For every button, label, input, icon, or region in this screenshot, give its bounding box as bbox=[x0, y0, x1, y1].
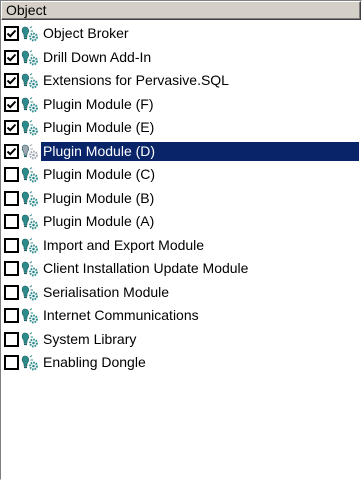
list-item[interactable]: Plugin Module (A) bbox=[1, 210, 361, 234]
list-item[interactable]: Serialisation Module bbox=[1, 281, 361, 305]
list-item[interactable]: System Library bbox=[1, 328, 361, 352]
list-item[interactable]: Object Broker bbox=[1, 22, 361, 46]
item-label: Plugin Module (A) bbox=[43, 213, 155, 229]
item-label: System Library bbox=[43, 330, 137, 347]
checkmark-icon bbox=[6, 29, 17, 38]
item-checkbox[interactable] bbox=[4, 284, 19, 300]
item-label: Enabling Dongle bbox=[43, 354, 146, 370]
list-item[interactable]: Drill Down Add-In bbox=[1, 46, 361, 70]
bulb-gear-icon bbox=[21, 96, 39, 114]
checkmark-icon bbox=[6, 123, 17, 132]
list-item[interactable]: Plugin Module (F) bbox=[1, 93, 361, 117]
list-item[interactable]: Plugin Module (E) bbox=[1, 116, 361, 140]
bulb-gear-icon bbox=[21, 213, 39, 231]
bulb-gear-icon bbox=[21, 190, 39, 208]
column-header-object[interactable]: Object bbox=[1, 1, 361, 20]
item-label: Plugin Module (B) bbox=[43, 189, 155, 206]
item-label: Client Installation Update Module bbox=[43, 260, 249, 276]
checkmark-icon bbox=[6, 53, 17, 62]
bulb-gear-icon bbox=[21, 166, 39, 184]
item-checkbox[interactable] bbox=[4, 96, 19, 112]
item-label: Plugin Module (C) bbox=[43, 166, 156, 182]
list-item[interactable]: Client Installation Update Module bbox=[1, 257, 361, 281]
item-label: Plugin Module (E) bbox=[43, 119, 155, 135]
bulb-gear-icon bbox=[21, 284, 39, 302]
item-label: Drill Down Add-In bbox=[43, 48, 152, 65]
checkmark-icon bbox=[6, 76, 17, 85]
list-item[interactable]: Internet Communications bbox=[1, 304, 361, 328]
list-item[interactable]: Plugin Module (C) bbox=[1, 163, 361, 187]
item-checkbox[interactable] bbox=[4, 214, 19, 229]
item-label: Import and Export Module bbox=[43, 236, 205, 253]
bulb-gear-icon bbox=[21, 25, 39, 43]
bulb-gear-icon bbox=[21, 237, 39, 255]
item-checkbox[interactable] bbox=[4, 355, 19, 370]
object-list: Object Broker Drill Down Add-In Extensio… bbox=[1, 22, 361, 375]
item-checkbox[interactable] bbox=[4, 190, 19, 206]
bulb-gear-icon bbox=[21, 307, 39, 325]
column-header-label: Object bbox=[6, 2, 47, 18]
bulb-gear-icon bbox=[21, 354, 39, 372]
item-checkbox[interactable] bbox=[4, 237, 19, 253]
item-label: Plugin Module (D) bbox=[41, 141, 359, 161]
list-item[interactable]: Plugin Module (D) bbox=[1, 140, 361, 164]
item-checkbox[interactable] bbox=[4, 331, 19, 347]
item-label: Internet Communications bbox=[43, 307, 199, 323]
bulb-gear-icon bbox=[21, 49, 39, 67]
item-checkbox[interactable] bbox=[4, 120, 19, 135]
list-item[interactable]: Import and Export Module bbox=[1, 234, 361, 258]
item-checkbox[interactable] bbox=[4, 143, 19, 159]
item-checkbox[interactable] bbox=[4, 167, 19, 182]
list-item[interactable]: Extensions for Pervasive.SQL bbox=[1, 69, 361, 93]
item-checkbox[interactable] bbox=[4, 308, 19, 323]
object-list-view[interactable]: Object Object Broker Drill Down Add-In E… bbox=[0, 0, 362, 480]
checkmark-icon bbox=[6, 100, 17, 109]
bulb-gear-icon bbox=[21, 143, 39, 161]
item-label: Plugin Module (F) bbox=[43, 95, 154, 112]
item-checkbox[interactable] bbox=[4, 261, 19, 276]
item-label: Object Broker bbox=[43, 25, 129, 41]
item-label: Extensions for Pervasive.SQL bbox=[43, 72, 229, 88]
checkmark-icon bbox=[6, 147, 17, 156]
bulb-gear-icon bbox=[21, 260, 39, 278]
item-label: Serialisation Module bbox=[43, 283, 170, 300]
item-checkbox[interactable] bbox=[4, 73, 19, 88]
list-item[interactable]: Plugin Module (B) bbox=[1, 187, 361, 211]
bulb-gear-icon bbox=[21, 331, 39, 349]
bulb-gear-icon bbox=[21, 119, 39, 137]
item-checkbox[interactable] bbox=[4, 49, 19, 65]
list-item[interactable]: Enabling Dongle bbox=[1, 351, 361, 375]
bulb-gear-icon bbox=[21, 72, 39, 90]
item-checkbox[interactable] bbox=[4, 26, 19, 41]
